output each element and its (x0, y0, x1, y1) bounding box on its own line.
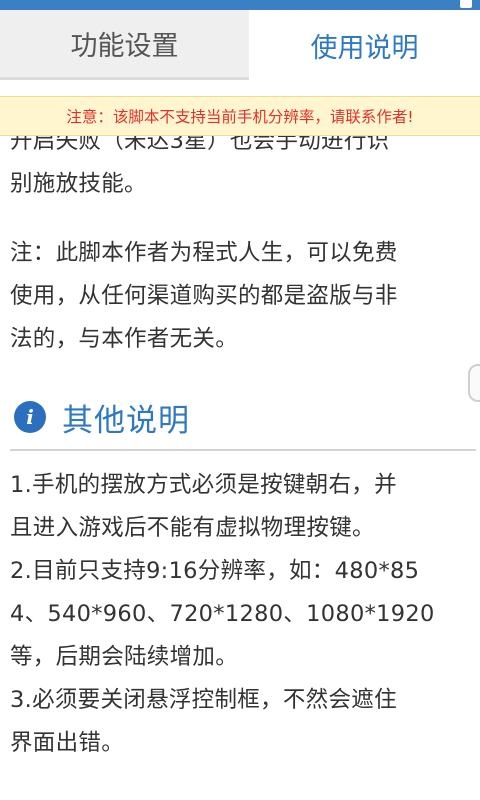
window-corner (460, 0, 472, 8)
text-line: 3.必须要关闭悬浮控制框，不然会遮住 (10, 687, 397, 713)
tab-settings[interactable]: 功能设置 (0, 10, 249, 80)
manual-content[interactable]: 开启失败（未达3星）也会手动进行识 别施放技能。 注：此脚本作者为程式人生，可以… (0, 120, 480, 800)
text-line: 界面出错。 (10, 730, 125, 756)
text-line: 使用，从任何渠道购买的都是盗版与非 (10, 283, 398, 309)
text-line: 等，后期会陆续增加。 (10, 644, 239, 670)
tab-settings-label: 功能设置 (70, 31, 179, 62)
resolution-warning-banner: 注意：该脚本不支持当前手机分辨率，请联系作者! (0, 96, 480, 136)
section-title: 其他说明 (62, 402, 190, 439)
warning-text: 注意：该脚本不支持当前手机分辨率，请联系作者! (66, 108, 414, 126)
tab-bar: 功能设置 使用说明 (0, 10, 480, 80)
tab-manual[interactable]: 使用说明 (249, 10, 480, 80)
text-line: 别施放技能。 (10, 171, 147, 197)
text-line: 法的，与本作者无关。 (10, 326, 239, 352)
paragraph-other-notes: 1.手机的摆放方式必须是按键朝右，并 且进入游戏后不能有虚拟物理按键。 2.目前… (10, 464, 476, 765)
text-line: 注：此脚本作者为程式人生，可以免费 (10, 240, 398, 266)
text-line: 1.手机的摆放方式必须是按键朝右，并 (10, 472, 397, 498)
scroll-handle[interactable] (468, 364, 480, 402)
tab-manual-label: 使用说明 (310, 32, 419, 64)
status-strip (0, 0, 480, 10)
section-header: i 其他说明 (14, 396, 474, 439)
text-line: 且进入游戏后不能有虚拟物理按键。 (10, 515, 375, 541)
paragraph-author-note: 注：此脚本作者为程式人生，可以免费 使用，从任何渠道购买的都是盗版与非 法的，与… (10, 232, 476, 361)
info-icon: i (14, 401, 46, 433)
page: 功能设置 使用说明 开启失败（未达3星）也会手动进行识 别施放技能。 注：此脚本… (0, 0, 480, 800)
section-divider (10, 449, 476, 451)
text-line: 2.目前只支持9:16分辨率，如：480*85 (10, 558, 420, 584)
text-line: 4、540*960、720*1280、1080*1920 (10, 601, 435, 627)
